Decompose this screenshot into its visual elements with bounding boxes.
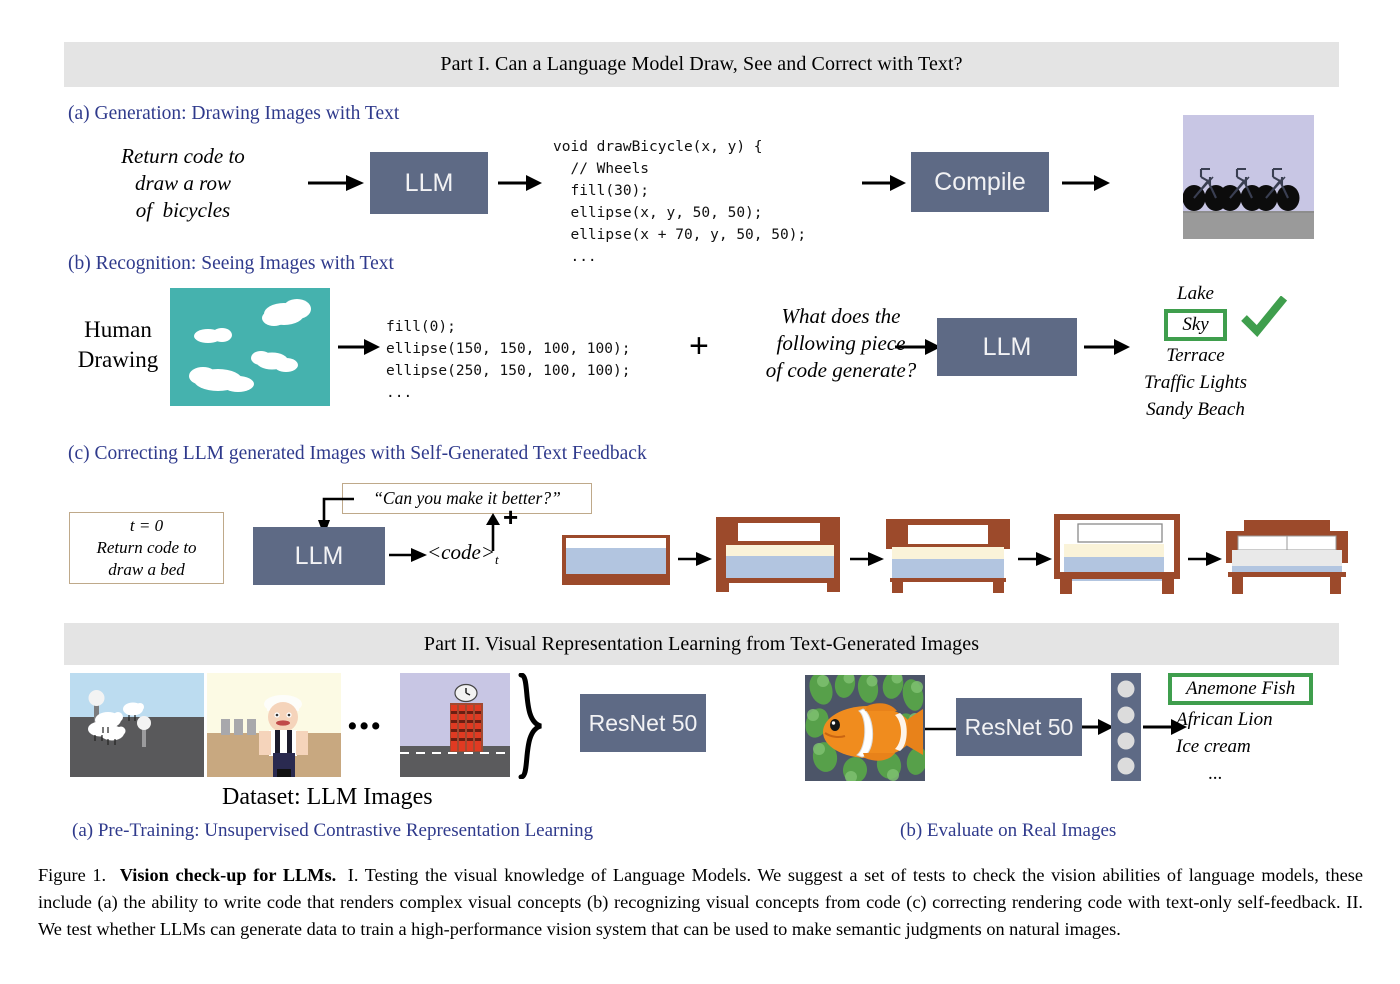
resnet50-eval-label: ResNet 50 [964,713,1074,740]
part2-banner-text: Part II. Visual Representation Learning … [423,632,980,655]
eval-answer-african-lion: African Lion [1176,708,1273,730]
generation-prompt-line1: Return code to [121,144,245,168]
llm-box-generation: LLM [370,152,488,214]
section-a-heading: (a) Generation: Drawing Images with Text [68,103,400,124]
eval-answer-ice-cream: Ice cream [1176,735,1251,757]
llm-box-recognition: LLM [937,318,1077,376]
arrow-prompt-to-llm [308,175,364,191]
eval-answer-list: Anemone Fish African Lion Ice cream ... [1168,673,1348,788]
bed-step-1 [560,533,672,587]
human-drawing-label-line1: Human [84,317,152,342]
bed-step-3 [884,517,1012,593]
recognition-question-line3: of code generate? [765,357,917,382]
figure-caption: Figure 1. Vision check-up for LLMs. I. T… [38,862,1363,943]
answer-sky-boxed: Sky [1164,308,1227,341]
part2-caption-a: (a) Pre-Training: Unsupervised Contrasti… [72,820,594,841]
dataset-ellipsis: • • • [348,712,380,740]
generation-prompt: Return code to draw a row of bicycles [68,143,298,224]
llm-image-sheep-field [70,673,204,777]
resnet50-eval-box: ResNet 50 [956,698,1082,756]
llm-box-correction: LLM [253,527,385,585]
recognition-question-line1: What does the [781,304,901,328]
bed-step-2 [712,515,844,593]
llm-image-chef-kitchen [207,673,341,777]
feedback-text: “Can you make it better?” [373,488,561,508]
answer-terrace: Terrace [1166,344,1225,366]
arrow-question-to-llm [895,339,941,355]
arrow-llm-to-code [498,175,542,191]
generation-prompt-line2: draw a row [134,170,232,195]
resnet50-pretrain-box: ResNet 50 [580,694,706,752]
bed-step-4 [1052,512,1182,594]
figure-caption-title: Vision check-up for LLMs. [119,865,337,885]
figure-caption-label: Figure 1. [38,865,107,885]
check-mark-icon [1241,296,1288,337]
arrow-bed4-to-bed5 [1188,552,1222,566]
row-of-bicycles-render [1183,115,1314,239]
resnet50-pretrain-label: ResNet 50 [588,709,698,736]
llm-image-building-clock [400,673,510,777]
section-c-heading: (c) Correcting LLM generated Images with… [68,443,647,464]
feedback-box: “Can you make it better?” [342,483,592,514]
arrow-bed3-to-bed4 [1018,552,1052,566]
eval-answer-ellipsis: ... [1208,762,1223,784]
arrow-resnet-to-features [1082,719,1114,735]
answer-sandy-beach: Sandy Beach [1146,398,1245,420]
human-drawing-label-line2: Drawing [77,346,159,372]
arrow-bed2-to-bed3 [850,552,884,566]
llm-box-recognition-label: LLM [982,332,1032,361]
arrow-drawing-to-code [338,339,380,355]
generation-prompt-line3: of bicycles [135,197,231,222]
bed-step-5 [1222,520,1352,594]
recognition-code-block: fill(0); ellipse(150, 150, 100, 100); el… [386,319,631,402]
eval-answer-anemone-fish-boxed: Anemone Fish [1168,673,1314,705]
clock-icon [454,683,478,703]
generation-code-block: void drawBicycle(x, y) { // Wheels fill(… [553,139,807,266]
llm-box-generation-label: LLM [404,168,454,197]
compile-box-label: Compile [934,167,1026,196]
dataset-caption: Dataset: LLM Images [222,784,433,810]
arrow-bed1-to-bed2 [678,552,712,566]
human-drawing-label: Human Drawing [62,315,174,375]
plus-sign-recognition: + [689,327,709,365]
human-drawing-clouds [170,288,330,406]
part2-caption-b: (b) Evaluate on Real Images [900,820,1117,841]
feature-vector [1111,673,1141,781]
part1-banner-text: Part I. Can a Language Model Draw, See a… [440,53,963,75]
answer-traffic-lights: Traffic Lights [1144,371,1247,393]
real-image-clownfish [805,675,925,781]
initial-prompt-t: t = 0 [129,515,164,535]
part2-banner: Part II. Visual Representation Learning … [64,623,1339,665]
dataset-brace [518,673,543,779]
llm-box-correction-label: LLM [294,541,344,570]
section-b-heading: (b) Recognition: Seeing Images with Text [68,253,394,274]
arrow-code-to-feedback [486,513,500,551]
arrow-code-to-compile [862,175,906,191]
plus-sign-correction: + [503,502,519,532]
initial-prompt-box: t = 0 Return code to draw a bed [69,512,224,584]
arrow-llm-to-code-token [389,548,427,562]
initial-prompt-line3: draw a bed [108,560,185,580]
initial-prompt-line2: Return code to [96,537,197,557]
arrow-compile-to-render [1062,175,1110,191]
compile-box: Compile [911,152,1049,212]
part1-banner: Part I. Can a Language Model Draw, See a… [64,42,1339,87]
code-token-subscript: t [494,552,499,568]
